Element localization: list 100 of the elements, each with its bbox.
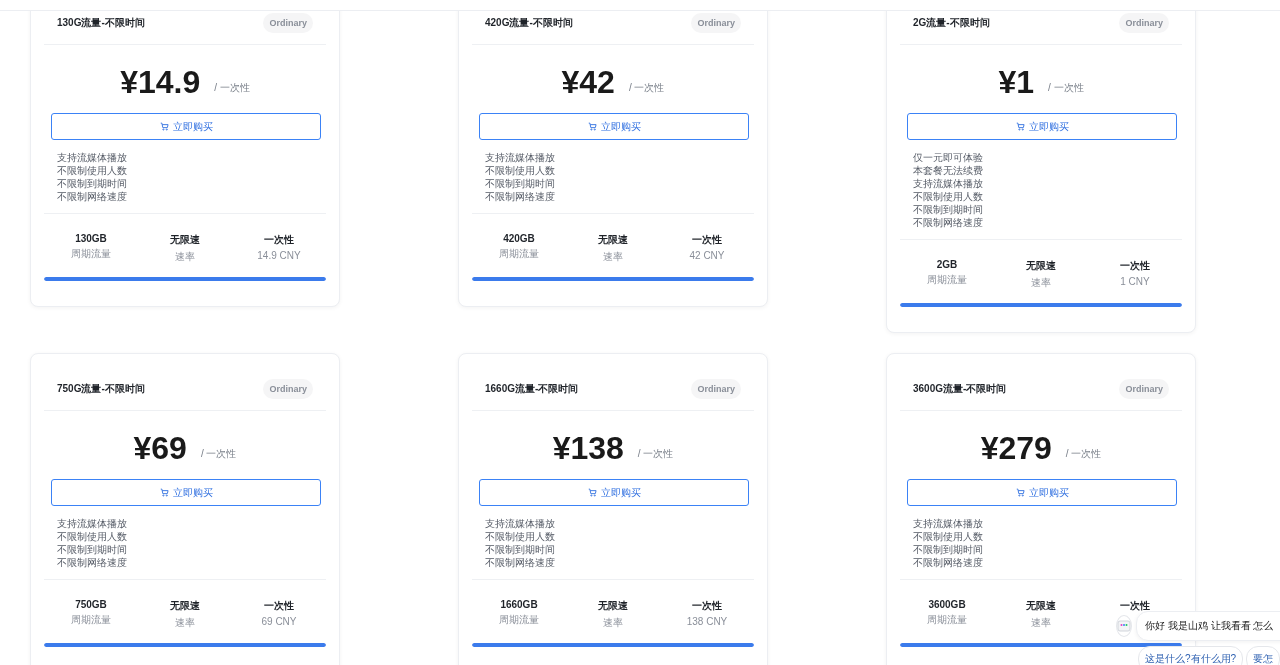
feature-text: 支持流媒体播放 <box>913 517 984 530</box>
stat-value: 无限速 <box>1026 259 1056 273</box>
feature-text: 不限制网络速度 <box>913 556 984 569</box>
plan-title: 750G流量-不限时间 <box>57 382 145 396</box>
buy-button[interactable]: 立即购买 <box>479 479 749 506</box>
feature-text: 支持流媒体播放 <box>57 517 128 530</box>
plan-badge: Ordinary <box>1119 13 1169 33</box>
stat-label: 周期流量 <box>499 613 539 627</box>
stat-value: 无限速 <box>598 233 628 247</box>
feature-text: 不限制使用人数 <box>57 164 128 177</box>
stat-value: 一次性 <box>692 599 722 613</box>
price-period: / 一次性 <box>637 447 674 461</box>
suggestion-chip[interactable]: 要怎 <box>1246 646 1280 665</box>
suggestion-chip[interactable]: 这是什么?有什么用? <box>1138 646 1244 665</box>
stat-label: 速率 <box>603 616 623 630</box>
feature-text: 支持流媒体播放 <box>57 151 128 164</box>
feature-text: 不限制使用人数 <box>57 530 128 543</box>
stat-value: 750GB <box>75 599 107 610</box>
plan-badge: Ordinary <box>263 13 313 33</box>
stat-value: 无限速 <box>170 599 200 613</box>
stat-label: 14.9 CNY <box>257 250 301 261</box>
chat-bubble: 你好 我是山鸡 让我看看 怎么 <box>1136 611 1280 641</box>
feature-text: 不限制网络速度 <box>913 216 984 229</box>
stat-value: 无限速 <box>598 599 628 613</box>
feature-text: 不限制到期时间 <box>913 203 984 216</box>
stat-label: 速率 <box>1031 276 1051 290</box>
plan-badge: Ordinary <box>263 379 313 399</box>
feature-text: 不限制到期时间 <box>57 177 128 190</box>
stat-value: 一次性 <box>264 233 294 247</box>
feature-text: 不限制到期时间 <box>913 543 984 556</box>
feature-text: 本套餐无法续费 <box>913 164 984 177</box>
stat-value: 无限速 <box>1026 599 1056 613</box>
feature-text: 不限制网络速度 <box>57 556 128 569</box>
price-period: / 一次性 <box>200 447 237 461</box>
price: ¥138 <box>552 431 624 465</box>
plan-title: 3600G流量-不限时间 <box>913 382 1007 396</box>
feature-text: 不限制使用人数 <box>913 530 984 543</box>
stat-value: 一次性 <box>1120 599 1150 613</box>
buy-button[interactable]: 立即购买 <box>51 479 321 506</box>
cart-icon <box>587 122 597 131</box>
price: ¥42 <box>561 65 615 99</box>
cart-icon <box>587 488 597 497</box>
price-period: / 一次性 <box>1048 81 1084 95</box>
feature-text: 仅一元即可体验 <box>913 151 984 164</box>
price: ¥69 <box>133 431 187 465</box>
stat-label: 138 CNY <box>686 616 728 627</box>
stat-label: 周期流量 <box>499 247 539 261</box>
stat-label: 速率 <box>603 250 623 264</box>
feature-text: 不限制网络速度 <box>485 190 556 203</box>
stat-label: 速率 <box>175 616 195 630</box>
stat-label: 周期流量 <box>927 273 967 287</box>
stat-label: 1 CNY <box>1120 276 1150 287</box>
plan-badge: Ordinary <box>1119 379 1169 399</box>
feature-text: 不限制使用人数 <box>913 190 984 203</box>
cart-icon <box>159 122 169 131</box>
price: ¥14.9 <box>120 65 201 99</box>
stat-value: 无限速 <box>170 233 200 247</box>
stat-label: 69 CNY <box>261 616 297 627</box>
plan-title: 1660G流量-不限时间 <box>485 382 579 396</box>
stat-label: 速率 <box>1031 616 1051 630</box>
plan-title: 130G流量-不限时间 <box>57 16 145 30</box>
plan-badge: Ordinary <box>691 379 741 399</box>
cart-icon <box>159 488 169 497</box>
price-period: / 一次性 <box>214 81 250 95</box>
stat-label: 周期流量 <box>927 613 967 627</box>
cart-icon <box>1015 122 1025 131</box>
buy-button[interactable]: 立即购买 <box>479 113 749 140</box>
feature-text: 不限制到期时间 <box>485 543 556 556</box>
stat-label: 周期流量 <box>71 613 111 627</box>
feature-text: 不限制到期时间 <box>57 543 128 556</box>
buy-button[interactable]: 立即购买 <box>51 113 321 140</box>
stat-label: 42 CNY <box>689 250 725 261</box>
stat-value: 1660GB <box>500 599 538 610</box>
stat-value: 一次性 <box>264 599 294 613</box>
plan-badge: Ordinary <box>691 13 741 33</box>
buy-button[interactable]: 立即购买 <box>907 479 1177 506</box>
buy-button[interactable]: 立即购买 <box>907 113 1177 140</box>
stat-value: 一次性 <box>1120 259 1150 273</box>
price: ¥1 <box>998 65 1034 99</box>
stat-value: 3600GB <box>928 599 966 610</box>
stat-value: 一次性 <box>692 233 722 247</box>
price-period: / 一次性 <box>1065 447 1102 461</box>
feature-text: 支持流媒体播放 <box>913 177 984 190</box>
plan-title: 2G流量-不限时间 <box>913 16 990 30</box>
cart-icon <box>1015 488 1025 497</box>
feature-text: 不限制到期时间 <box>485 177 556 190</box>
feature-text: 不限制使用人数 <box>485 164 556 177</box>
feature-text: 不限制使用人数 <box>485 530 556 543</box>
feature-text: 不限制网络速度 <box>485 556 556 569</box>
stat-label: 周期流量 <box>71 247 111 261</box>
feature-text: 支持流媒体播放 <box>485 517 556 530</box>
feature-text: 不限制网络速度 <box>57 190 128 203</box>
stat-value: 2GB <box>936 259 958 270</box>
price: ¥279 <box>980 431 1052 465</box>
stat-value: 420GB <box>503 233 535 244</box>
plan-title: 420G流量-不限时间 <box>485 16 573 30</box>
stat-label: 速率 <box>175 250 195 264</box>
feature-text: 支持流媒体播放 <box>485 151 556 164</box>
stat-value: 130GB <box>75 233 107 244</box>
price-period: / 一次性 <box>628 81 665 95</box>
